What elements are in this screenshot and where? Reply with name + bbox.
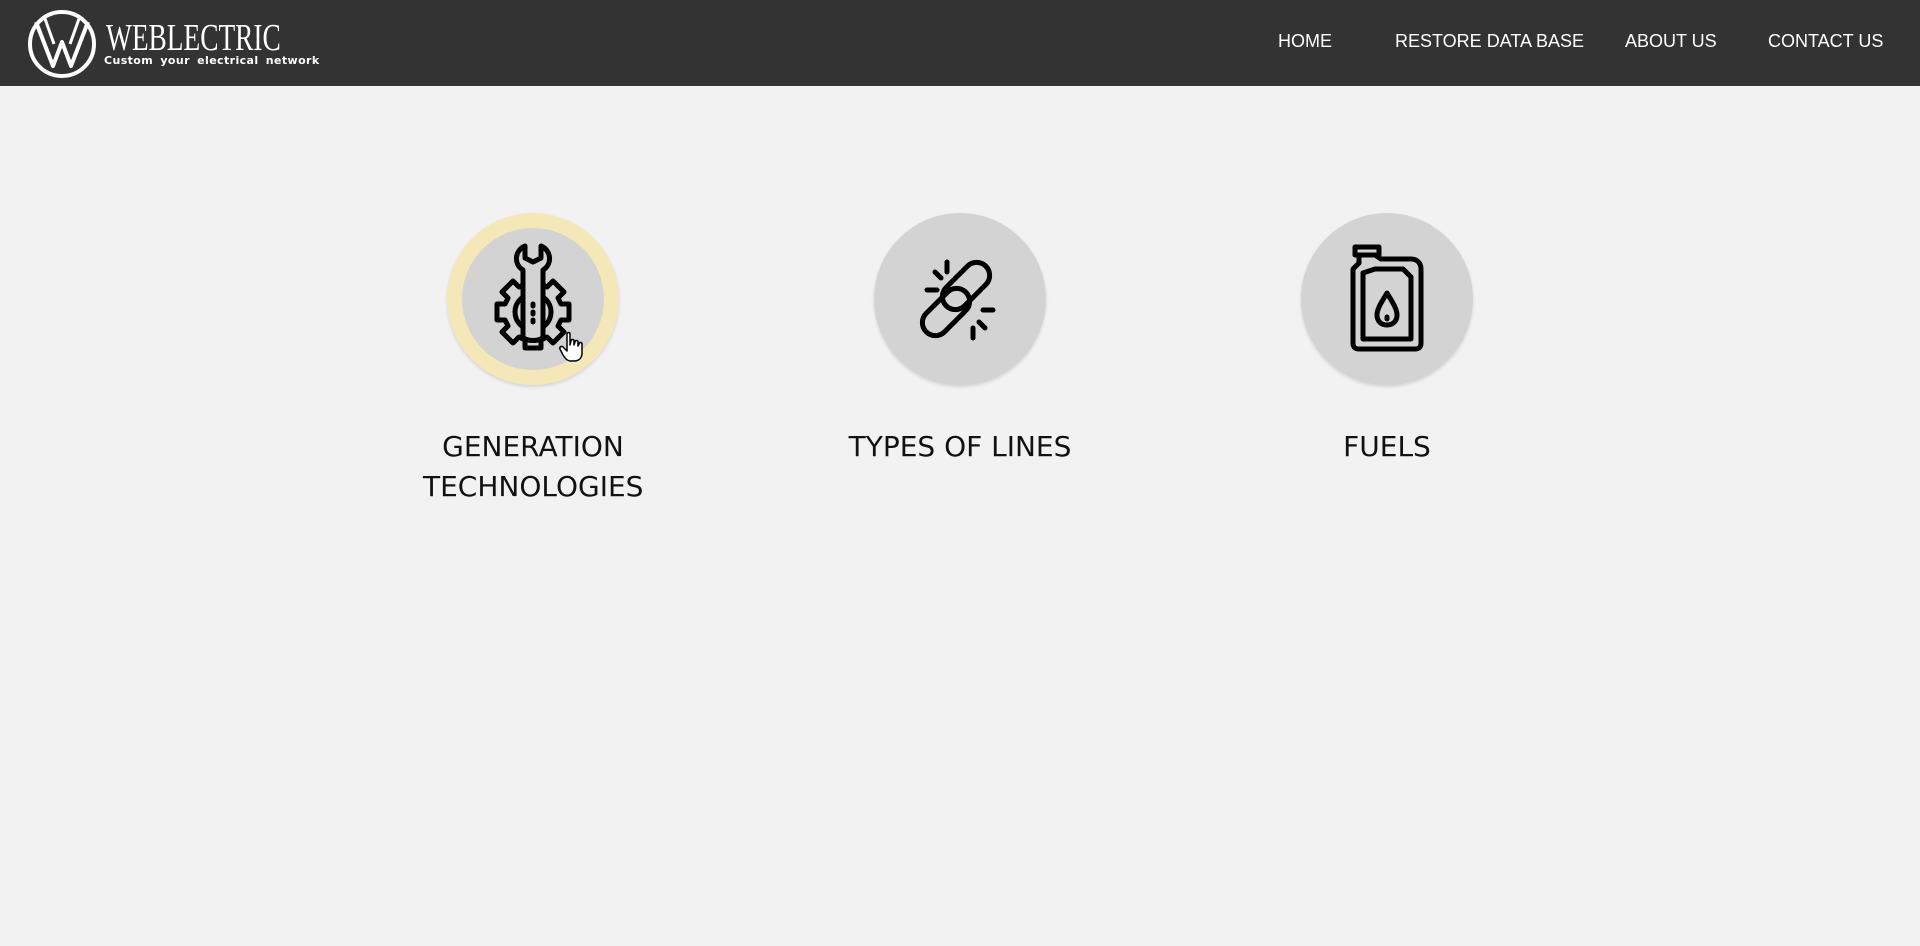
card-types-of-lines[interactable]: TYPES OF LINES [830,213,1090,467]
fuels-button[interactable] [1301,213,1473,385]
generation-technologies-label: GENERATION TECHNOLOGIES [423,430,644,503]
generation-technologies-button[interactable] [447,213,619,385]
types-of-lines-label: TYPES OF LINES [848,430,1072,463]
main-nav: HOME RESTORE DATA BASE ABOUT US CONTACT … [0,0,1920,86]
broken-chain-link-icon [919,259,996,341]
nav-home-link[interactable]: HOME [1278,31,1332,51]
nav-contact-us-link[interactable]: CONTACT US [1768,31,1883,51]
nav-about-us-link[interactable]: ABOUT US [1625,31,1717,51]
types-of-lines-button[interactable] [874,213,1046,385]
nav-restore-database-link[interactable]: RESTORE DATA BASE [1395,31,1584,51]
card-generation-technologies[interactable]: GENERATION TECHNOLOGIES [403,213,663,507]
fuel-can-icon [1350,244,1424,352]
card-fuels[interactable]: FUELS [1257,213,1517,467]
top-navigation-bar: WEBLECTRIC Custom your electrical networ… [0,0,1920,86]
hand-cursor-icon [559,331,583,362]
fuels-label: FUELS [1343,430,1431,463]
